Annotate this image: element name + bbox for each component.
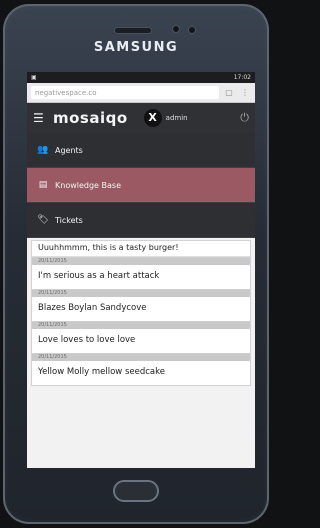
menu-item-tickets[interactable]: 🏷 Tickets — [27, 203, 255, 238]
front-camera — [173, 26, 179, 32]
status-bar: ▣ 17:02 — [27, 72, 255, 83]
username[interactable]: admin — [166, 114, 188, 122]
menu-item-label: Knowledge Base — [55, 180, 121, 190]
url-field[interactable]: negativespace.co — [31, 86, 219, 99]
menu-item-label: Tickets — [55, 215, 83, 225]
overflow-menu-icon[interactable]: ⋮ — [239, 87, 251, 99]
feed-list: Uuuhhmmm, this is a tasty burger! 20/11/… — [31, 240, 251, 386]
browser-address-bar[interactable]: negativespace.co ▢ ⋮ — [27, 83, 255, 103]
post-meta: 20/11/2015 — [32, 258, 250, 265]
home-button[interactable] — [113, 480, 159, 502]
users-icon: 👥 — [37, 145, 49, 155]
brand-label: SAMSUNG — [93, 40, 179, 55]
post-text: Blazes Boylan Sandycove — [38, 303, 147, 313]
list-item[interactable]: 20/11/2015 Yellow Molly mellow seedcake — [32, 353, 250, 385]
menu-item-label: Agents — [55, 145, 83, 155]
post-meta: 20/11/2015 — [32, 322, 250, 329]
post-text: I'm serious as a heart attack — [38, 271, 160, 281]
status-time: 17:02 — [233, 74, 251, 81]
app-logo[interactable]: mosaiqo — [53, 109, 128, 127]
avatar[interactable]: X — [143, 109, 162, 127]
phone-screen: ▣ 17:02 negativespace.co ▢ ⋮ ☰ mosaiqo X… — [27, 72, 255, 468]
post-meta: 20/11/2015 — [32, 290, 250, 297]
feed-first-text: Uuuhhmmm, this is a tasty burger! — [32, 241, 250, 257]
hamburger-menu-icon[interactable]: ☰ — [33, 111, 47, 125]
list-item[interactable]: 20/11/2015 Blazes Boylan Sandycove — [32, 289, 250, 321]
sensor — [189, 27, 195, 33]
status-left-icon: ▣ — [31, 74, 37, 81]
tabs-icon[interactable]: ▢ — [223, 87, 235, 99]
power-icon[interactable]: ⏻ — [240, 111, 249, 125]
earpiece — [115, 28, 151, 33]
post-text: Love loves to love love — [38, 335, 136, 345]
book-icon: ▤ — [38, 180, 48, 190]
list-item[interactable]: 20/11/2015 Love loves to love love — [32, 321, 250, 353]
post-text: Yellow Molly mellow seedcake — [38, 367, 165, 377]
post-meta: 20/11/2015 — [32, 354, 250, 361]
list-item[interactable]: 20/11/2015 I'm serious as a heart attack — [32, 257, 250, 289]
menu-item-knowledge-base[interactable]: ▤ Knowledge Base — [27, 168, 255, 203]
menu-item-agents[interactable]: 👥 Agents — [27, 133, 255, 168]
app-header: ☰ mosaiqo X admin ⏻ — [27, 103, 255, 133]
phone-device: SAMSUNG ▣ 17:02 negativespace.co ▢ ⋮ ☰ m… — [3, 4, 269, 524]
tag-icon: 🏷 — [37, 215, 49, 225]
